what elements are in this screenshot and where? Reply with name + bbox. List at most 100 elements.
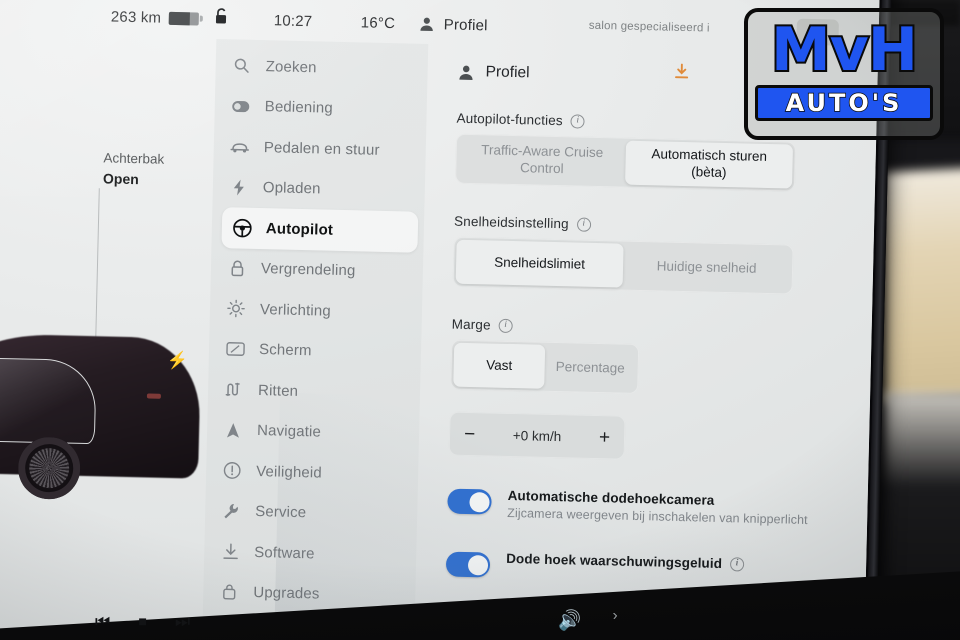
group-snelheidsinstelling: Snelheidsinstelling i Snelheidslimiet Hu… xyxy=(452,214,875,297)
sidebar-item-software[interactable]: Software xyxy=(204,531,417,576)
sidebar-item-label: Ritten xyxy=(257,381,299,400)
sidebar-item-zoeken[interactable]: Zoeken xyxy=(215,45,428,90)
group-label-text: Snelheidsinstelling xyxy=(453,213,569,232)
sidebar-item-veiligheid[interactable]: Veiligheid xyxy=(206,450,419,495)
battery-icon xyxy=(169,11,200,26)
group-label: Marge i xyxy=(452,317,872,342)
speed-setting-segmented-control: Snelheidslimiet Huidige snelheid xyxy=(452,236,794,295)
setting-title: Automatische dodehoekcamera xyxy=(507,487,715,508)
sidebar-item-vergrendeling[interactable]: Vergrendeling xyxy=(210,247,423,292)
sidebar-item-label: Upgrades xyxy=(253,584,320,603)
person-icon xyxy=(459,65,473,80)
sidebar-item-label: Verlichting xyxy=(259,300,332,320)
speaker-icon[interactable]: 🔊 xyxy=(557,608,582,633)
toggle-knob xyxy=(467,554,488,575)
unlocked-padlock-icon[interactable] xyxy=(213,7,231,30)
sidebar-item-label: Navigatie xyxy=(256,422,322,441)
info-icon[interactable]: i xyxy=(498,318,513,333)
group-marge: Marge i Vast Percentage − +0 km/h + xyxy=(448,317,872,466)
sidebar-item-service[interactable]: Service xyxy=(205,490,418,535)
lightning-bolt-icon: ⚡ xyxy=(166,350,189,371)
temperature-label[interactable]: 16°C xyxy=(361,14,396,32)
segment-snelheidslimiet[interactable]: Snelheidslimiet xyxy=(455,239,624,288)
screenshot-root: 263 km 10:27 16°C Profiel salon gespecia… xyxy=(0,0,960,640)
toggle-dode-hoek-waarschuwingsgeluid[interactable] xyxy=(445,551,491,578)
navigation-arrow-icon xyxy=(223,420,243,440)
alert-circle-icon xyxy=(222,460,242,480)
watermark-brand-bar: AUTO'S xyxy=(755,84,933,121)
margin-stepper: − +0 km/h + xyxy=(448,411,626,460)
sun-icon xyxy=(226,299,246,319)
next-track-icon[interactable]: ⏭ xyxy=(175,612,190,632)
vehicle-visualization-panel[interactable]: Achterbak Open ⚡ xyxy=(0,34,236,640)
range-label: 263 km xyxy=(110,7,162,27)
group-label-text: Marge xyxy=(451,316,491,333)
mvh-autos-watermark: MvH AUTO'S xyxy=(744,8,944,140)
group-label: Snelheidsinstelling i xyxy=(454,214,874,239)
steering-wheel-icon xyxy=(232,218,252,238)
bag-icon xyxy=(219,582,239,602)
chevron-right-icon[interactable]: › xyxy=(612,607,618,624)
sidebar-item-navigatie[interactable]: Navigatie xyxy=(207,409,420,454)
autopilot-mode-segmented-control: Traffic-Aware Cruise Control Automatisch… xyxy=(455,133,797,192)
sidebar-item-autopilot[interactable]: Autopilot xyxy=(221,207,419,253)
sidebar-item-scherm[interactable]: Scherm xyxy=(209,328,422,373)
wrench-icon xyxy=(221,501,241,521)
sidebar-item-label: Service xyxy=(255,503,307,522)
sidebar-item-verlichting[interactable]: Verlichting xyxy=(210,288,423,333)
sidebar-item-ritten[interactable]: Ritten xyxy=(208,369,421,414)
segment-huidige-snelheid[interactable]: Huidige snelheid xyxy=(623,244,791,292)
sidebar-item-label: Opladen xyxy=(262,179,321,198)
setting-text: Dode hoek waarschuwingsgeluid i xyxy=(506,550,745,572)
group-label-text: Autopilot-functies xyxy=(456,110,563,129)
trunk-state: Open xyxy=(102,169,140,187)
car-taillight-shape xyxy=(146,393,161,399)
toggle-knob xyxy=(468,491,490,513)
segment-percentage[interactable]: Percentage xyxy=(544,345,636,391)
segment-traffic-aware-cruise-control[interactable]: Traffic-Aware Cruise Control xyxy=(458,137,626,185)
sidebar-item-label: Bediening xyxy=(264,98,334,117)
info-icon[interactable]: i xyxy=(570,113,585,129)
media-controls: ⏮ ⏹ ⏭ xyxy=(95,612,190,632)
range-indicator[interactable]: 263 km xyxy=(111,8,200,27)
trips-icon xyxy=(224,379,244,399)
trunk-status: Achterbak Open xyxy=(103,148,165,189)
download-arrow-icon[interactable] xyxy=(673,63,690,85)
sidebar-item-label: Veiligheid xyxy=(255,462,323,482)
sidebar-item-label: Software xyxy=(254,543,315,563)
person-icon xyxy=(420,17,433,32)
profile-label: Profiel xyxy=(443,15,488,34)
increment-button[interactable]: + xyxy=(599,427,611,448)
lock-icon xyxy=(227,258,247,278)
page-title: Profiel xyxy=(485,63,530,82)
watermark-brand-sub: AUTO'S xyxy=(785,88,903,118)
sidebar-item-bediening[interactable]: Bediening xyxy=(214,85,427,130)
previous-track-icon[interactable]: ⏮ xyxy=(95,612,110,632)
sidebar-item-label: Autopilot xyxy=(265,219,334,239)
segment-vast[interactable]: Vast xyxy=(453,342,546,389)
display-icon xyxy=(225,339,245,359)
search-icon xyxy=(231,56,251,76)
setting-text: Automatische dodehoekcamera Zijcamera we… xyxy=(507,487,808,527)
setting-subtitle: Zijcamera weergeven bij inschakelen van … xyxy=(507,505,808,528)
sidebar-item-label: Scherm xyxy=(258,341,312,360)
setting-title-row: Dode hoek waarschuwingsgeluid i xyxy=(506,550,745,572)
sidebar-item-label: Zoeken xyxy=(265,57,317,77)
setting-row-automatische-dodehoekcamera: Automatische dodehoekcamera Zijcamera we… xyxy=(447,486,868,529)
info-icon[interactable]: i xyxy=(729,556,745,572)
clock-label[interactable]: 10:27 xyxy=(274,12,313,30)
segment-automatisch-sturen[interactable]: Automatisch sturen (bèta) xyxy=(625,140,794,189)
stop-icon[interactable]: ⏹ xyxy=(138,612,147,632)
decrement-button[interactable]: − xyxy=(464,423,476,444)
sidebar-item-label: Vergrendeling xyxy=(260,260,356,280)
toggle-automatische-dodehoekcamera[interactable] xyxy=(447,488,492,515)
sidebar-item-opladen[interactable]: Opladen xyxy=(212,166,425,211)
settings-sidebar: Zoeken Bediening Pedalen en stuur Oplade… xyxy=(201,38,429,640)
profile-button[interactable]: Profiel xyxy=(419,15,488,34)
info-icon[interactable]: i xyxy=(576,217,591,232)
sidebar-item-label: Pedalen en stuur xyxy=(263,138,380,159)
setting-title: Dode hoek waarschuwingsgeluid xyxy=(506,550,723,572)
car-illustration xyxy=(0,322,232,560)
stepper-value: +0 km/h xyxy=(512,427,562,444)
sidebar-item-pedalen-en-stuur[interactable]: Pedalen en stuur xyxy=(213,126,426,171)
